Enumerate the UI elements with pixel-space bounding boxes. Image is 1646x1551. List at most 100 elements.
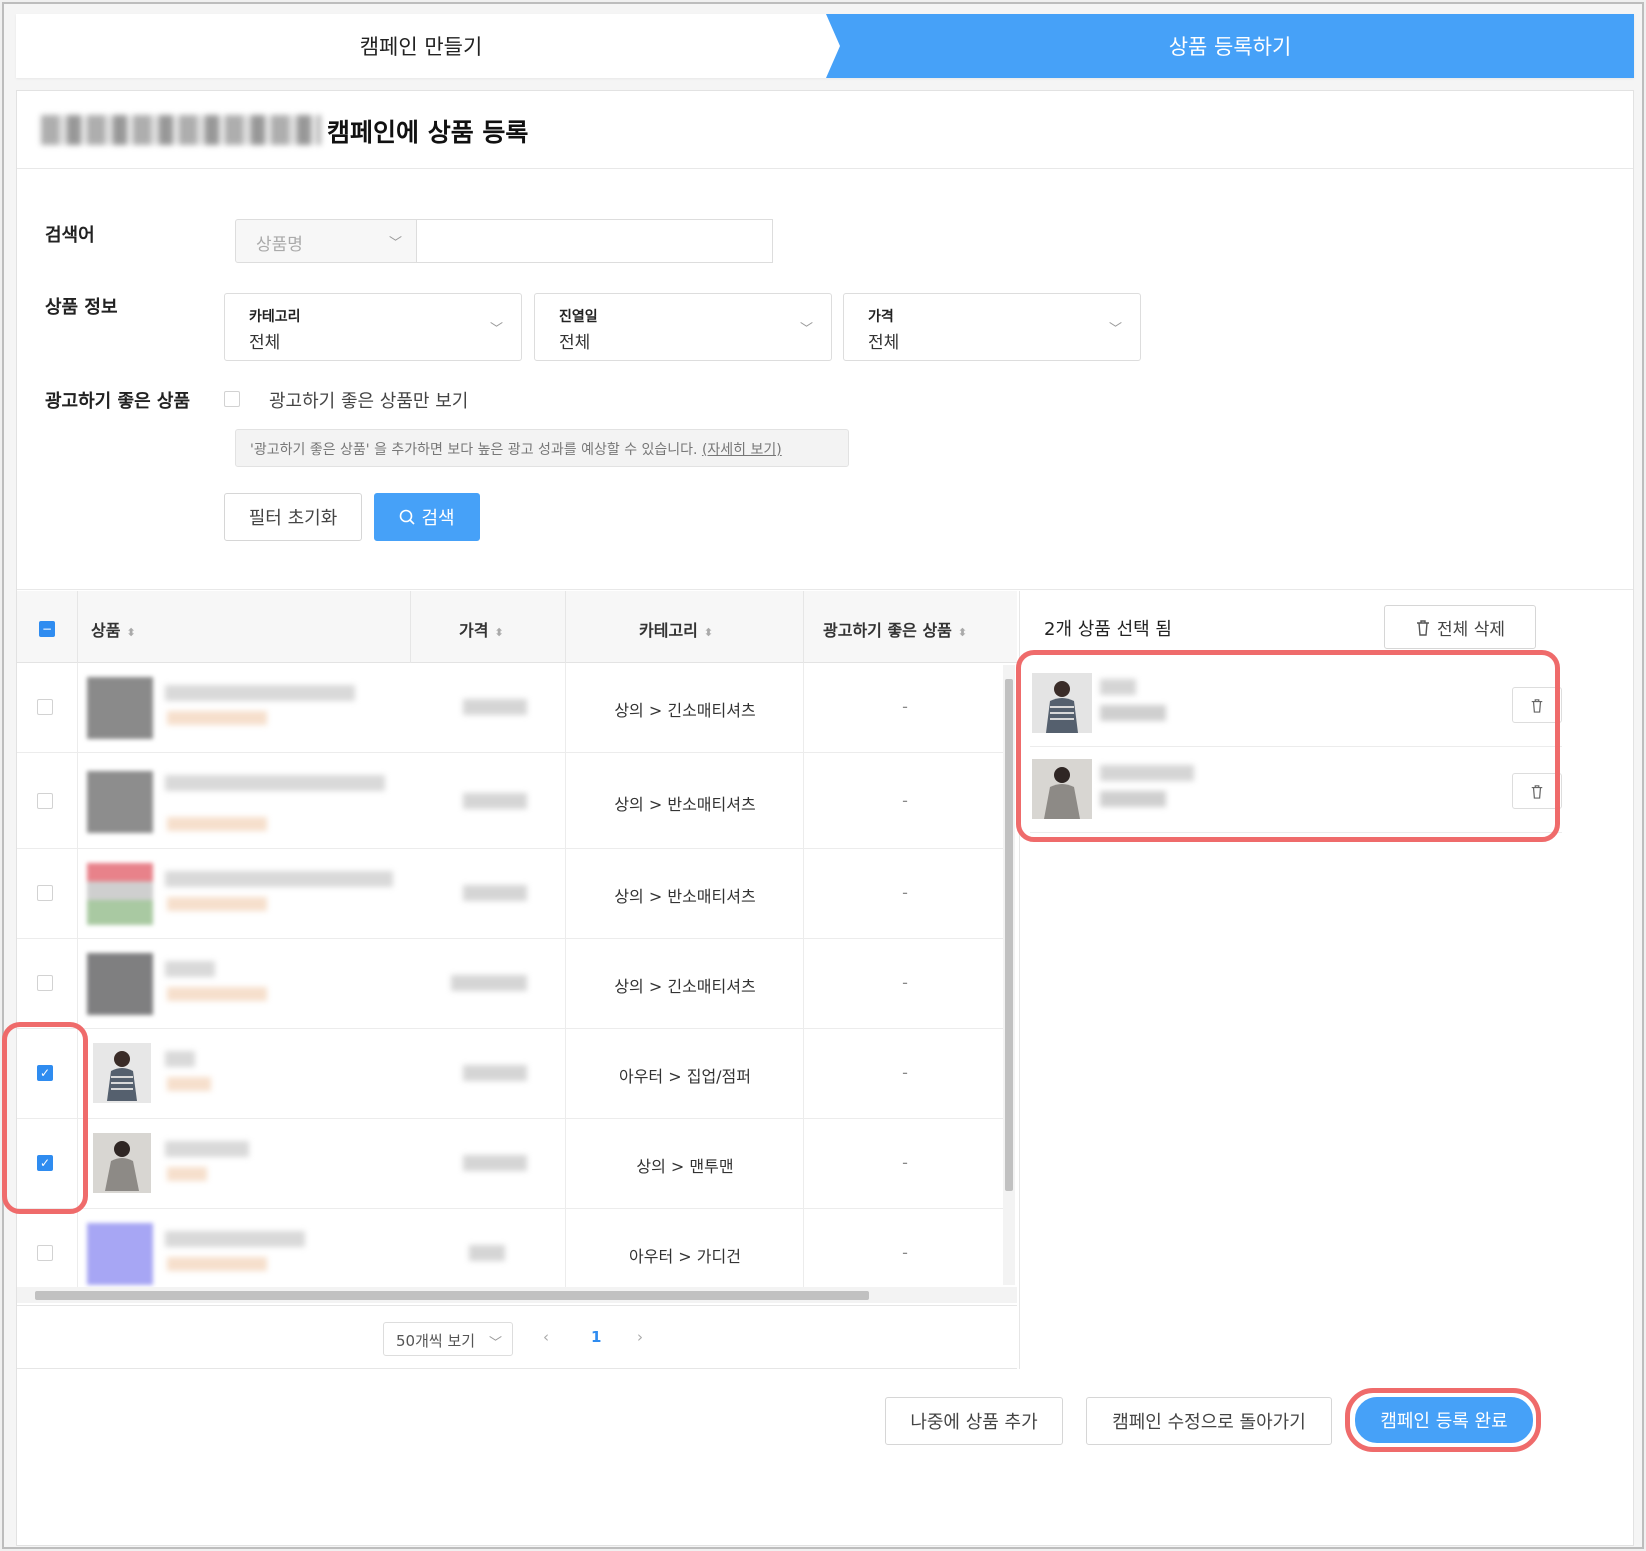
step-create-campaign[interactable]: 캠페인 만들기 [16,14,826,78]
table-row[interactable]: 상의 > 반소매티셔츠 - [17,753,1003,849]
chevron-down-icon: ﹀ [388,236,402,251]
product-thumbnail [87,953,153,1015]
product-thumbnail [93,1133,151,1193]
row-category: 아우터 > 가디건 [629,1247,741,1266]
product-info-label: 상품 정보 [45,297,118,318]
price-dropdown-value: 전체 [868,333,900,353]
row-checkbox[interactable] [37,975,53,991]
keyword-type-select[interactable]: 상품명 ﹀ [235,219,417,263]
reset-filter-button[interactable]: 필터 초기화 [224,493,362,541]
horizontal-scroll-thumb[interactable] [35,1291,869,1300]
sort-icon: ⬍ [494,626,504,639]
display-date-dropdown-title: 진열일 [559,309,598,325]
row-category: 아우터 > 집업/점퍼 [618,1067,751,1086]
price-blurred [463,1155,527,1171]
select-all-checkbox[interactable]: − [39,621,55,637]
sort-icon: ⬍ [957,626,968,639]
product-name-blurred [165,1231,305,1247]
header-good-product[interactable]: 광고하기 좋은 상품 ⬍ [823,617,967,641]
per-page-select[interactable]: 50개씩 보기 ﹀ [383,1322,513,1356]
price-blurred [463,1065,527,1081]
chevron-down-icon: ﹀ [488,1336,502,1351]
header-product[interactable]: 상품 ⬍ [91,617,136,641]
product-thumbnail [87,1223,153,1285]
product-name-blurred [165,871,393,887]
title-row: 캠페인에 상품 등록 [17,91,1633,169]
row-good-product: - [902,883,908,902]
price-blurred [463,885,527,901]
back-to-edit-label: 캠페인 수정으로 돌아가기 [1112,1412,1306,1433]
keyword-input[interactable] [417,219,773,263]
clear-all-button[interactable]: 전체 삭제 [1384,605,1536,649]
product-thumbnail [87,771,153,833]
display-date-dropdown[interactable]: 진열일 전체 ﹀ [534,293,832,361]
row-good-product: - [902,973,908,992]
row-checkbox[interactable] [37,699,53,715]
chevron-down-icon: ﹀ [799,322,813,337]
chevron-down-icon: ﹀ [1108,322,1122,337]
add-later-button[interactable]: 나중에 상품 추가 [885,1397,1063,1445]
table-row[interactable]: 아우터 > 가디건 - [17,1209,1003,1299]
product-name-blurred [165,775,385,791]
notice-detail-link[interactable]: (자세히 보기) [702,442,782,458]
highlight-selected-items [1016,650,1560,842]
next-page-icon[interactable]: › [637,1328,643,1346]
table-row[interactable]: 상의 > 반소매티셔츠 - [17,849,1003,939]
category-dropdown-title: 카테고리 [249,309,301,325]
notice-text: '광고하기 좋은 상품' 을 추가하면 보다 높은 광고 성과를 예상할 수 있… [250,442,698,458]
good-only-label[interactable]: 광고하기 좋은 상품만 보기 [269,387,468,413]
product-thumbnail [93,1043,151,1103]
product-name-blurred [165,1051,195,1067]
row-checkbox[interactable] [37,1245,53,1261]
row-checkbox[interactable] [37,885,53,901]
price-dropdown-title: 가격 [868,309,894,325]
prev-page-icon[interactable]: ‹ [543,1328,549,1346]
col-divider [803,591,804,663]
vertical-scrollbar[interactable] [1003,665,1015,1285]
category-dropdown-value: 전체 [249,333,281,353]
row-good-product: - [902,1153,908,1172]
search-button[interactable]: 검색 [374,493,480,541]
section-divider [17,589,1633,590]
header-product-label: 상품 [91,621,121,640]
row-checkbox[interactable] [37,793,53,809]
product-tag-blurred [167,817,267,831]
col-divider [77,591,78,663]
table-row[interactable]: ✓ 아우터 > 집업/점퍼 - [17,1029,1003,1119]
back-to-edit-button[interactable]: 캠페인 수정으로 돌아가기 [1086,1397,1332,1445]
product-thumbnail [87,863,153,925]
row-good-product: - [902,697,908,716]
col-divider [803,663,804,1299]
keyword-label: 검색어 [45,225,95,246]
good-products-label: 광고하기 좋은 상품 [45,391,191,412]
add-later-label: 나중에 상품 추가 [910,1412,1038,1433]
page-title: 캠페인에 상품 등록 [327,118,529,147]
row-category: 상의 > 맨투맨 [636,1157,734,1176]
table-row[interactable]: 상의 > 긴소매티셔츠 - [17,939,1003,1029]
header-price[interactable]: 가격 ⬍ [459,617,504,641]
selected-count: 2개 상품 선택 됨 [1044,619,1172,640]
step-register-products[interactable]: 상품 등록하기 [826,14,1634,78]
product-table: − 상품 ⬍ 가격 ⬍ 카테고리 ⬍ 광고하기 좋은 상품 ⬍ 상의 > 긴소매티셔츠 … [17,591,1017,1305]
table-row[interactable]: ✓ 상의 > 맨투맨 - [17,1119,1003,1209]
table-header: − 상품 ⬍ 가격 ⬍ 카테고리 ⬍ 광고하기 좋은 상품 ⬍ [17,591,1017,663]
col-divider [565,663,566,1299]
header-category[interactable]: 카테고리 ⬍ [639,617,713,641]
table-row[interactable]: 상의 > 긴소매티셔츠 - [17,663,1003,753]
sort-icon: ⬍ [126,626,136,639]
product-thumbnail [87,677,153,739]
row-category: 상의 > 반소매티셔츠 [614,887,756,906]
category-dropdown[interactable]: 카테고리 전체 ﹀ [224,293,522,361]
vertical-scroll-thumb[interactable] [1005,679,1013,1191]
keyword-type-value: 상품명 [256,235,303,255]
clear-all-label: 전체 삭제 [1437,619,1505,640]
current-page[interactable]: 1 [591,1328,601,1346]
product-name-blurred [165,1141,249,1157]
sort-icon: ⬍ [703,626,714,639]
product-name-blurred [165,961,215,977]
good-only-checkbox[interactable] [224,391,240,407]
price-blurred [463,699,527,715]
horizontal-scrollbar[interactable] [17,1287,1017,1303]
campaign-name-blurred [41,115,321,145]
price-dropdown[interactable]: 가격 전체 ﹀ [843,293,1141,361]
